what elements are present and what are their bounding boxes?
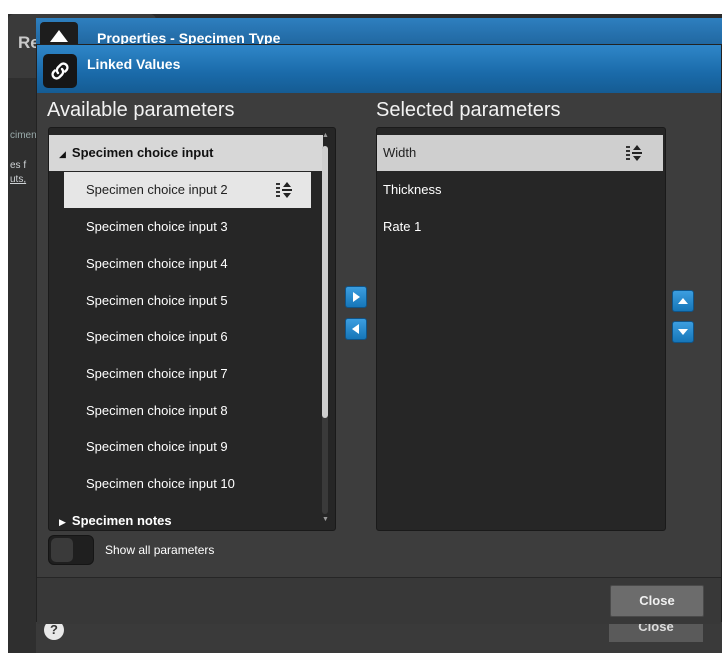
list-item[interactable]: Thickness [377, 172, 442, 208]
selected-parameters-title: Selected parameters [376, 99, 561, 121]
move-up-button[interactable] [672, 290, 694, 312]
dialog-header: Linked Values [37, 45, 721, 93]
list-item[interactable]: Rate 1 [377, 209, 421, 245]
arrow-down-icon [678, 329, 688, 335]
list-item[interactable]: Specimen choice input 4 [49, 246, 228, 282]
toggle-knob [51, 538, 73, 562]
show-all-parameters-label: Show all parameters [105, 543, 215, 557]
selected-parameters-list[interactable]: Width Thickness Rate 1 [376, 127, 666, 531]
list-item[interactable]: Specimen choice input 6 [49, 319, 228, 355]
linked-values-dialog: Linked Values Available parameters ◢ Spec… [36, 44, 722, 624]
list-item[interactable]: Width [377, 135, 663, 171]
background-text: es f [10, 160, 27, 171]
reorder-icon[interactable] [625, 144, 643, 162]
move-down-button[interactable] [672, 321, 694, 343]
group-label: Specimen choice input [71, 145, 214, 160]
close-button[interactable]: Close [610, 585, 704, 617]
group-row-specimen-notes[interactable]: ▶ Specimen notes [49, 503, 172, 530]
arrow-up-icon [678, 298, 688, 304]
show-all-parameters-toggle[interactable] [48, 535, 94, 565]
list-item[interactable]: Specimen choice input 2 [64, 172, 311, 208]
available-parameters-title: Available parameters [47, 99, 235, 121]
list-item-label: Specimen choice input 2 [86, 182, 228, 197]
remove-parameter-button[interactable] [345, 318, 367, 340]
link-icon [43, 54, 77, 88]
list-item[interactable]: Specimen choice input 5 [49, 283, 228, 319]
dialog-title: Linked Values [87, 56, 181, 72]
list-item[interactable]: Specimen choice input 8 [49, 393, 228, 429]
group-row-specimen-choice-input[interactable]: ◢ Specimen choice input [49, 135, 323, 171]
list-item[interactable]: Specimen choice input 3 [49, 209, 228, 245]
scroll-up-icon[interactable]: ▲ [322, 132, 329, 139]
scroll-down-icon[interactable]: ▼ [322, 516, 329, 523]
add-parameter-button[interactable] [345, 286, 367, 308]
available-parameters-list[interactable]: ◢ Specimen choice input Specimen choice i… [48, 127, 336, 531]
list-item[interactable]: Specimen choice input 7 [49, 356, 228, 392]
scrollbar-thumb[interactable] [322, 146, 328, 418]
arrow-right-icon [353, 292, 360, 302]
list-item[interactable]: Specimen choice input 9 [49, 429, 228, 465]
scrollbar[interactable] [322, 146, 328, 514]
caret-right-icon: ▶ [59, 517, 66, 527]
background-footer [36, 622, 708, 653]
reorder-icon[interactable] [275, 181, 293, 199]
group-label: Specimen notes [71, 513, 172, 528]
background-link[interactable]: uts, [10, 174, 26, 185]
list-item[interactable]: Specimen choice input 10 [49, 466, 235, 502]
background-text: cimen [10, 130, 37, 141]
arrow-left-icon [352, 324, 359, 334]
list-item-label: Width [383, 145, 417, 160]
caret-down-icon: ◢ [59, 149, 66, 159]
